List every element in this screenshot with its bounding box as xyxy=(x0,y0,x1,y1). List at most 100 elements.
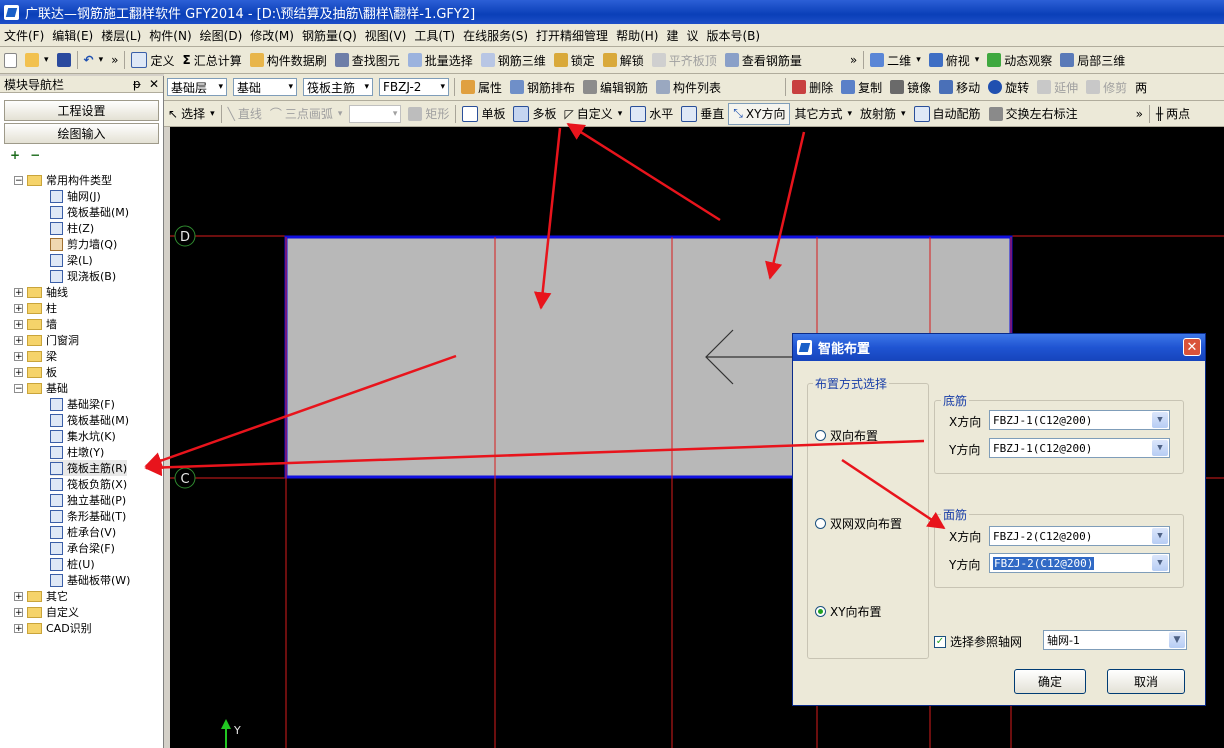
radial-rebar-button[interactable]: 放射筋 ▾ xyxy=(856,103,910,125)
horizontal-button[interactable]: 水平 xyxy=(626,103,677,125)
trim-button[interactable]: 修剪 xyxy=(1082,76,1131,98)
tree-item-cast-slab[interactable]: 现浇板(B) xyxy=(50,268,116,284)
lock-button[interactable]: 锁定 xyxy=(550,49,599,71)
tree-item-raft-foundation-2[interactable]: 筏板基础(M) xyxy=(50,412,129,428)
arc-button[interactable]: ⌒ 三点画弧 ▾ xyxy=(266,103,347,125)
add-icon[interactable]: + xyxy=(10,148,20,162)
line-button[interactable]: ╲ 直线 xyxy=(224,103,266,125)
remove-icon[interactable]: − xyxy=(30,148,40,162)
move-button[interactable]: 移动 xyxy=(935,76,984,98)
expand-icon[interactable]: + xyxy=(14,303,23,313)
menu-component[interactable]: 构件(N) xyxy=(145,24,195,46)
tree-item-axis-grid[interactable]: 轴网(J) xyxy=(50,188,101,204)
component-list-button[interactable]: 构件列表 xyxy=(652,76,725,98)
top-y-select[interactable]: FBZJ-2(C12@200) ▼ xyxy=(989,553,1170,573)
open-button[interactable]: ▾ xyxy=(21,49,53,71)
menu-edit[interactable]: 编辑(E) xyxy=(48,24,97,46)
tree-item-pile[interactable]: 桩(U) xyxy=(50,556,95,572)
collapse-icon[interactable]: − xyxy=(14,175,23,185)
tree-item-pile-cap[interactable]: 桩承台(V) xyxy=(50,524,116,540)
expand-icon[interactable]: + xyxy=(14,591,23,601)
copy-button[interactable]: 复制 xyxy=(837,76,886,98)
tree-node-cad-recognition[interactable]: + CAD识别 xyxy=(14,620,92,636)
tree-item-column[interactable]: 柱(Z) xyxy=(50,220,94,236)
tree-node-door-window[interactable]: + 门窗洞 xyxy=(14,332,79,348)
top-view-button[interactable]: 俯视 ▾ xyxy=(925,49,984,71)
menu-jian[interactable]: 建 xyxy=(662,24,682,46)
swap-labels-button[interactable]: 交换左右标注 xyxy=(985,103,1082,125)
define-button[interactable]: 定义 xyxy=(127,49,178,71)
chevron-down-icon[interactable]: ▼ xyxy=(1152,555,1168,571)
tree-node-foundation[interactable]: − 基础 xyxy=(14,380,68,396)
single-slab-button[interactable]: 单板 xyxy=(458,103,509,125)
2d-view-button[interactable]: 二维 ▾ xyxy=(866,49,925,71)
tree-item-foundation-beam[interactable]: 基础梁(F) xyxy=(50,396,115,412)
bottom-x-select[interactable]: FBZJ-1(C12@200) ▼ xyxy=(989,410,1170,430)
align-slab-top-button[interactable]: 平齐板顶 xyxy=(648,49,721,71)
dialog-close-button[interactable]: ✕ xyxy=(1183,338,1201,356)
chevron-down-icon[interactable]: ▼ xyxy=(1169,632,1185,648)
chevron-down-icon[interactable]: ▼ xyxy=(1152,440,1168,456)
tree-item-foundation-strip[interactable]: 基础板带(W) xyxy=(50,572,130,588)
pin-icon[interactable]: ᵽ xyxy=(133,77,141,91)
type-select[interactable]: 基础 ▾ xyxy=(233,78,297,96)
expand-icon[interactable]: + xyxy=(14,367,23,377)
draw-param-select[interactable]: ▾ xyxy=(349,104,402,123)
tree-node-common[interactable]: − 常用构件类型 xyxy=(14,172,112,188)
radio-dual-net-bidirectional[interactable]: 双网双向布置 xyxy=(815,515,902,532)
chevron-down-icon[interactable]: ▼ xyxy=(1152,412,1168,428)
expand-icon[interactable]: + xyxy=(14,335,23,345)
radio-bidirectional[interactable]: 双向布置 xyxy=(815,427,878,444)
save-button[interactable] xyxy=(53,49,75,71)
tree-item-cap-beam[interactable]: 承台梁(F) xyxy=(50,540,115,556)
select-button[interactable]: ↖ 选择 ▾ xyxy=(164,103,219,125)
unlock-button[interactable]: 解锁 xyxy=(599,49,648,71)
dynamic-observe-button[interactable]: 动态观察 xyxy=(983,49,1056,71)
component-select[interactable]: 筏板主筋 ▾ xyxy=(303,78,373,96)
name-select[interactable]: FBZJ-2 ▾ xyxy=(379,78,449,96)
menu-fine-manage[interactable]: 打开精细管理 xyxy=(532,24,612,46)
xy-direction-button[interactable]: ⤡ XY方向 xyxy=(728,102,791,125)
tree-item-raft-neg-rebar[interactable]: 筏板负筋(X) xyxy=(50,476,127,492)
extend-button[interactable]: 延伸 xyxy=(1033,76,1082,98)
top-x-select[interactable]: FBZJ-2(C12@200) ▼ xyxy=(989,526,1170,546)
two-point-button[interactable]: ╫ 两点 xyxy=(1152,103,1194,125)
menu-rebar-qty[interactable]: 钢筋量(Q) xyxy=(298,24,361,46)
find-element-button[interactable]: 查找图元 xyxy=(331,49,404,71)
toolbar2-tail[interactable]: 两 xyxy=(1131,76,1151,98)
tree-node-slab[interactable]: + 板 xyxy=(14,364,57,380)
expand-icon[interactable]: + xyxy=(14,351,23,361)
batch-select-button[interactable]: 批量选择 xyxy=(404,49,477,71)
edit-rebar-button[interactable]: 编辑钢筋 xyxy=(579,76,652,98)
menu-online[interactable]: 在线服务(S) xyxy=(459,24,532,46)
tree-node-column[interactable]: + 柱 xyxy=(14,300,57,316)
tree-item-sump-pit[interactable]: 集水坑(K) xyxy=(50,428,116,444)
vertical-button[interactable]: 垂直 xyxy=(677,103,728,125)
new-button[interactable] xyxy=(0,49,21,71)
expand-icon[interactable]: + xyxy=(14,623,23,633)
menu-file[interactable]: 文件(F) xyxy=(0,24,48,46)
rect-button[interactable]: 矩形 xyxy=(404,103,453,125)
tree-item-beam[interactable]: 梁(L) xyxy=(50,252,93,268)
ref-axis-select[interactable]: 轴网-1 ▼ xyxy=(1043,630,1187,650)
menu-modify[interactable]: 修改(M) xyxy=(246,24,298,46)
radio-xy-direction[interactable]: XY向布置 xyxy=(815,603,882,620)
cancel-button[interactable]: 取消 xyxy=(1107,669,1185,694)
menu-yi[interactable]: 议 xyxy=(682,24,702,46)
view-rebar-qty-button[interactable]: 查看钢筋量 xyxy=(721,49,806,71)
drawing-input-button[interactable]: 绘图输入 xyxy=(4,123,159,144)
delete-button[interactable]: 删除 xyxy=(788,76,837,98)
tree-item-column-pier[interactable]: 柱墩(Y) xyxy=(50,444,104,460)
expand-icon[interactable]: + xyxy=(14,319,23,329)
local-3d-button[interactable]: 局部三维 xyxy=(1056,49,1129,71)
summary-calc-button[interactable]: Σ 汇总计算 xyxy=(178,49,245,71)
tree-node-wall[interactable]: + 墙 xyxy=(14,316,57,332)
floor-select[interactable]: 基础层 ▾ xyxy=(167,78,227,96)
tree-item-raft-foundation[interactable]: 筏板基础(M) xyxy=(50,204,129,220)
rebar-layout-button[interactable]: 钢筋排布 xyxy=(506,76,579,98)
chevron-down-icon[interactable]: ▼ xyxy=(1152,528,1168,544)
custom-button[interactable]: ◸ 自定义 ▾ xyxy=(560,103,626,125)
multi-slab-button[interactable]: 多板 xyxy=(509,103,560,125)
format-brush-button[interactable]: 构件数据刷 xyxy=(246,49,331,71)
menu-help[interactable]: 帮助(H) xyxy=(612,24,662,46)
